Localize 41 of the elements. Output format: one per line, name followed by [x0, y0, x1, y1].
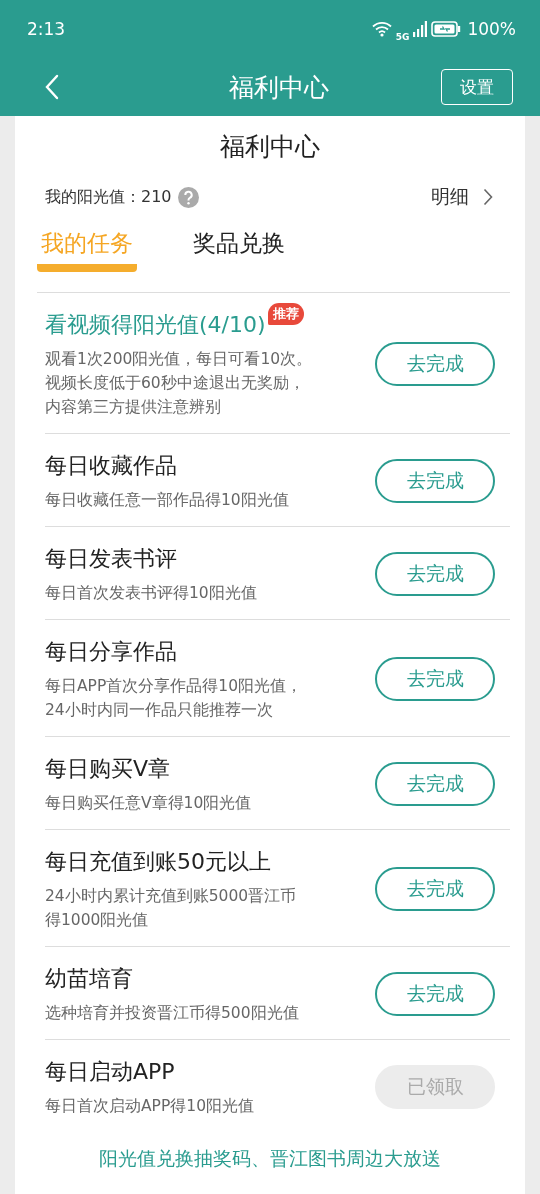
detail-link[interactable]: 明细: [431, 184, 469, 210]
recommend-badge: 推荐: [267, 303, 304, 325]
sunshine-value: 我的阳光值：210: [45, 186, 172, 208]
task-button[interactable]: 去完成: [375, 867, 495, 911]
status-time: 2:13: [27, 19, 66, 39]
task-button[interactable]: 去完成: [375, 657, 495, 701]
task-title: 每日收藏作品: [45, 452, 177, 480]
task-description: 每日购买任意V章得10阳光值: [45, 793, 253, 814]
task-title: 看视频得阳光值(4/10): [45, 311, 266, 339]
task-title: 每日发表书评: [45, 545, 177, 573]
chevron-right-icon[interactable]: [483, 188, 493, 206]
task-title: 每日购买V章: [45, 755, 171, 783]
signal-icon: [413, 21, 428, 37]
task-title: 每日启动APP: [45, 1058, 175, 1086]
task-button[interactable]: 去完成: [375, 459, 495, 503]
battery-icon: [431, 21, 462, 37]
task-description: 每日首次发表书评得10阳光值: [45, 583, 258, 604]
battery-level: 100%: [467, 19, 516, 39]
header-title: 福利中心: [229, 71, 329, 104]
back-icon[interactable]: [45, 74, 59, 100]
help-icon[interactable]: [177, 186, 199, 208]
tab[interactable]: 我的任务: [37, 224, 137, 272]
tab[interactable]: 奖品兑换: [189, 224, 289, 264]
settings-button[interactable]: 设置: [441, 69, 513, 105]
task-button[interactable]: 去完成: [375, 762, 495, 806]
task-description: 观看1次200阳光值，每日可看10次。 视频长度低于60秒中途退出无奖励， 内容第三方提供注意辨别: [45, 349, 314, 418]
task-description: 每日APP首次分享作品得10阳光值， 24小时内同一作品只能推荐一次: [45, 676, 304, 721]
task-description: 每日首次启动APP得10阳光值: [45, 1096, 256, 1117]
task-description: 选种培育并投资晋江币得500阳光值: [45, 1003, 300, 1024]
promo-link[interactable]: 阳光值兑换抽奖码、晋江图书周边大放送: [25, 1146, 515, 1172]
task-button[interactable]: 去完成: [375, 552, 495, 596]
network-label: 5G: [395, 32, 410, 42]
card-title: 福利中心: [219, 131, 321, 163]
task-title: 每日分享作品: [45, 638, 177, 666]
task-button[interactable]: 去完成: [375, 972, 495, 1016]
task-description: 24小时内累计充值到账5000晋江币 得1000阳光值: [45, 886, 298, 931]
task-button[interactable]: 去完成: [375, 342, 495, 386]
wifi-icon: [371, 21, 392, 37]
task-title: 幼苗培育: [45, 965, 133, 993]
task-description: 每日收藏任意一部作品得10阳光值: [45, 490, 290, 511]
task-title: 每日充值到账50元以上: [45, 848, 271, 876]
